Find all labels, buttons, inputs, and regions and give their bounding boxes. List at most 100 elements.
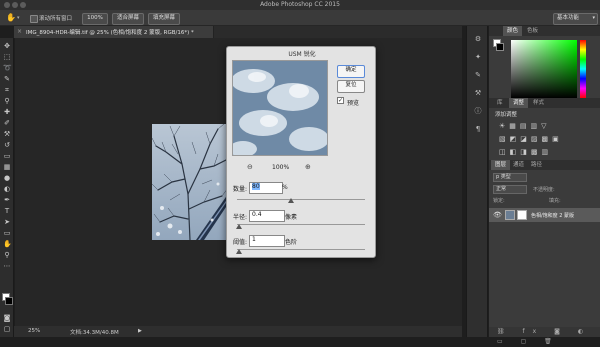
lock-label: 锁定: <box>493 198 505 204</box>
status-bar: 25% 文档:34.3M/40.8M ▶ <box>14 326 462 337</box>
scroll-all-windows-label: 滚动所有窗口 <box>39 16 73 22</box>
amount-value: 80 <box>252 183 260 190</box>
zoom-out-icon[interactable]: ⊖ <box>247 163 253 171</box>
document-size-info: 文档:34.3M/40.8M <box>70 330 119 336</box>
history-panel-icon[interactable]: ⚙ <box>473 34 483 44</box>
threshold-slider-thumb[interactable] <box>236 249 242 254</box>
threshold-unit: 色阶 <box>285 239 298 246</box>
fill-screen-button[interactable]: 填充屏幕 <box>148 13 180 25</box>
lasso-tool-icon[interactable]: ➰ <box>3 64 12 72</box>
hue-slider[interactable] <box>580 40 586 98</box>
layers-panel-footer-buttons[interactable]: ⛓ fx ◙ ◐ ▭ ▢ 🗑 <box>489 327 600 345</box>
marquee-tool-icon[interactable]: ⬚ <box>3 53 11 61</box>
zoom-level-readout[interactable]: 25% <box>28 328 40 334</box>
zoom-tool-icon[interactable]: ⚲ <box>3 251 11 259</box>
tool-preset-chevron-icon[interactable]: ▾ <box>17 15 20 21</box>
radius-input[interactable]: 0.4 <box>249 210 285 222</box>
brush-tool-icon[interactable]: ✐ <box>3 119 11 127</box>
amount-unit: % <box>282 184 288 191</box>
move-tool-icon[interactable]: ✥ <box>3 42 11 50</box>
amount-label: 数量: <box>233 186 248 193</box>
hand-tool-icon[interactable]: ✋ <box>6 13 16 22</box>
zoom-100-button[interactable]: 100% <box>82 13 108 25</box>
layer-name: 色相/饱和度 2 蒙版 <box>531 213 575 219</box>
layers-panel-tabs: 图层 通道 路径 <box>489 160 600 170</box>
sky-preview-image <box>233 61 327 155</box>
channels-tab[interactable]: 通道 <box>509 160 528 170</box>
radius-label: 半径: <box>233 214 248 221</box>
blend-mode-select[interactable]: 正常 <box>493 185 527 194</box>
document-tab[interactable]: × IMG_8904-HDR-编辑.tif @ 25% (色相/饱和度 2 蒙版… <box>14 26 214 38</box>
radius-unit: 像素 <box>285 214 298 221</box>
swatches-tab[interactable]: 色板 <box>523 26 542 36</box>
zoom-in-icon[interactable]: ⊕ <box>305 163 311 171</box>
collapsed-panel-dock: ⚙ ✦ ✎ ⚒ ⓘ ¶ <box>466 26 488 337</box>
workspace-chevron-icon: ▾ <box>592 15 595 21</box>
layer-row[interactable]: 👁 色相/饱和度 2 蒙版 <box>489 208 600 222</box>
adjustments-tab[interactable]: 调整 <box>509 98 529 108</box>
healing-brush-tool-icon[interactable]: ✚ <box>3 108 11 116</box>
brush-panel-icon[interactable]: ✎ <box>473 70 483 80</box>
document-tab-label: IMG_8904-HDR-编辑.tif @ 25% (色相/饱和度 2 蒙版, … <box>26 30 194 36</box>
amount-slider-thumb[interactable] <box>288 198 294 203</box>
scroll-all-windows-checkbox[interactable] <box>30 15 38 23</box>
properties-panel-icon[interactable]: ✦ <box>473 52 483 62</box>
libraries-tab[interactable]: 库 <box>493 98 507 108</box>
styles-tab[interactable]: 样式 <box>529 98 548 108</box>
layers-tab[interactable]: 图层 <box>491 160 511 170</box>
tool-presets-panel-icon[interactable]: ⚒ <box>473 88 483 98</box>
color-panel-background-swatch[interactable] <box>496 43 504 51</box>
pen-tool-icon[interactable]: ✒ <box>3 196 11 204</box>
info-panel-icon[interactable]: ⓘ <box>473 106 483 116</box>
opacity-label: 不透明度: <box>533 187 555 193</box>
gradient-tool-icon[interactable]: ▦ <box>3 163 11 171</box>
eraser-tool-icon[interactable]: ▭ <box>3 152 11 160</box>
preview-label: 预览 <box>347 100 360 107</box>
preview-checkbox[interactable]: ✓ <box>337 97 344 104</box>
history-brush-tool-icon[interactable]: ↺ <box>3 141 11 149</box>
adjustment-icons-grid[interactable]: ☀▦▤▥▽ ▧◩◪▨▩▣ ◫◧◨▩▥ <box>499 120 594 160</box>
right-panel-dock: 颜色 色板 库 调整 样式 添加调整 ☀▦▤▥▽ ▧◩◪▨▩▣ ◫◧◨▩▥ 图层 通… <box>489 26 600 345</box>
crop-tool-icon[interactable]: ⌗ <box>3 86 11 94</box>
paths-tab[interactable]: 路径 <box>527 160 546 170</box>
dialog-preview-window[interactable] <box>232 60 328 156</box>
color-tab[interactable]: 颜色 <box>503 26 523 36</box>
workspace-switcher[interactable]: 基本功能 ▾ <box>553 13 598 25</box>
close-tab-icon[interactable]: × <box>17 28 22 35</box>
path-selection-tool-icon[interactable]: ➤ <box>3 218 11 226</box>
quick-select-tool-icon[interactable]: ✎ <box>3 75 11 83</box>
paragraph-panel-icon[interactable]: ¶ <box>473 124 483 134</box>
clone-stamp-tool-icon[interactable]: ⚒ <box>3 130 11 138</box>
eyedropper-tool-icon[interactable]: ⚲ <box>3 97 11 105</box>
dialog-title: USM 锐化 <box>288 51 316 58</box>
threshold-slider-track[interactable] <box>237 249 365 250</box>
layer-visibility-eye-icon[interactable]: 👁 <box>493 211 502 219</box>
hand-tool-icon[interactable]: ✋ <box>3 240 12 248</box>
ok-button[interactable]: 确定 <box>337 65 365 78</box>
shape-tool-icon[interactable]: ▭ <box>3 229 11 237</box>
fill-label: 填充: <box>549 198 561 204</box>
layer-mask-thumbnail[interactable] <box>517 210 527 220</box>
layer-filter-kind-select[interactable]: p 类型 <box>493 173 527 182</box>
quick-mask-icon[interactable]: ◙ <box>3 314 11 322</box>
blur-tool-icon[interactable]: ● <box>3 174 11 182</box>
amount-input[interactable]: 80 <box>249 182 283 194</box>
dodge-tool-icon[interactable]: ◐ <box>3 185 11 193</box>
reset-button[interactable]: 复位 <box>337 80 365 93</box>
threshold-input[interactable]: 1 <box>249 235 285 247</box>
background-color-swatch[interactable] <box>5 297 13 305</box>
document-image[interactable] <box>152 124 228 240</box>
radius-slider-track[interactable] <box>237 224 365 225</box>
threshold-label: 阈值: <box>233 239 248 246</box>
winter-tree-image <box>152 124 228 240</box>
screen-mode-icon[interactable]: ▢ <box>3 325 11 333</box>
color-field[interactable] <box>511 40 577 98</box>
adjustment-layer-thumbnail <box>505 210 515 220</box>
more-tools-icon[interactable]: ⋯ <box>3 262 11 270</box>
radius-slider-thumb[interactable] <box>236 224 242 229</box>
amount-slider-track[interactable] <box>237 199 365 200</box>
fit-screen-button[interactable]: 适合屏幕 <box>112 13 144 25</box>
title-bar: Adobe Photoshop CC 2015 <box>0 0 600 10</box>
status-menu-arrow-icon[interactable]: ▶ <box>138 328 142 334</box>
type-tool-icon[interactable]: T <box>3 207 11 215</box>
